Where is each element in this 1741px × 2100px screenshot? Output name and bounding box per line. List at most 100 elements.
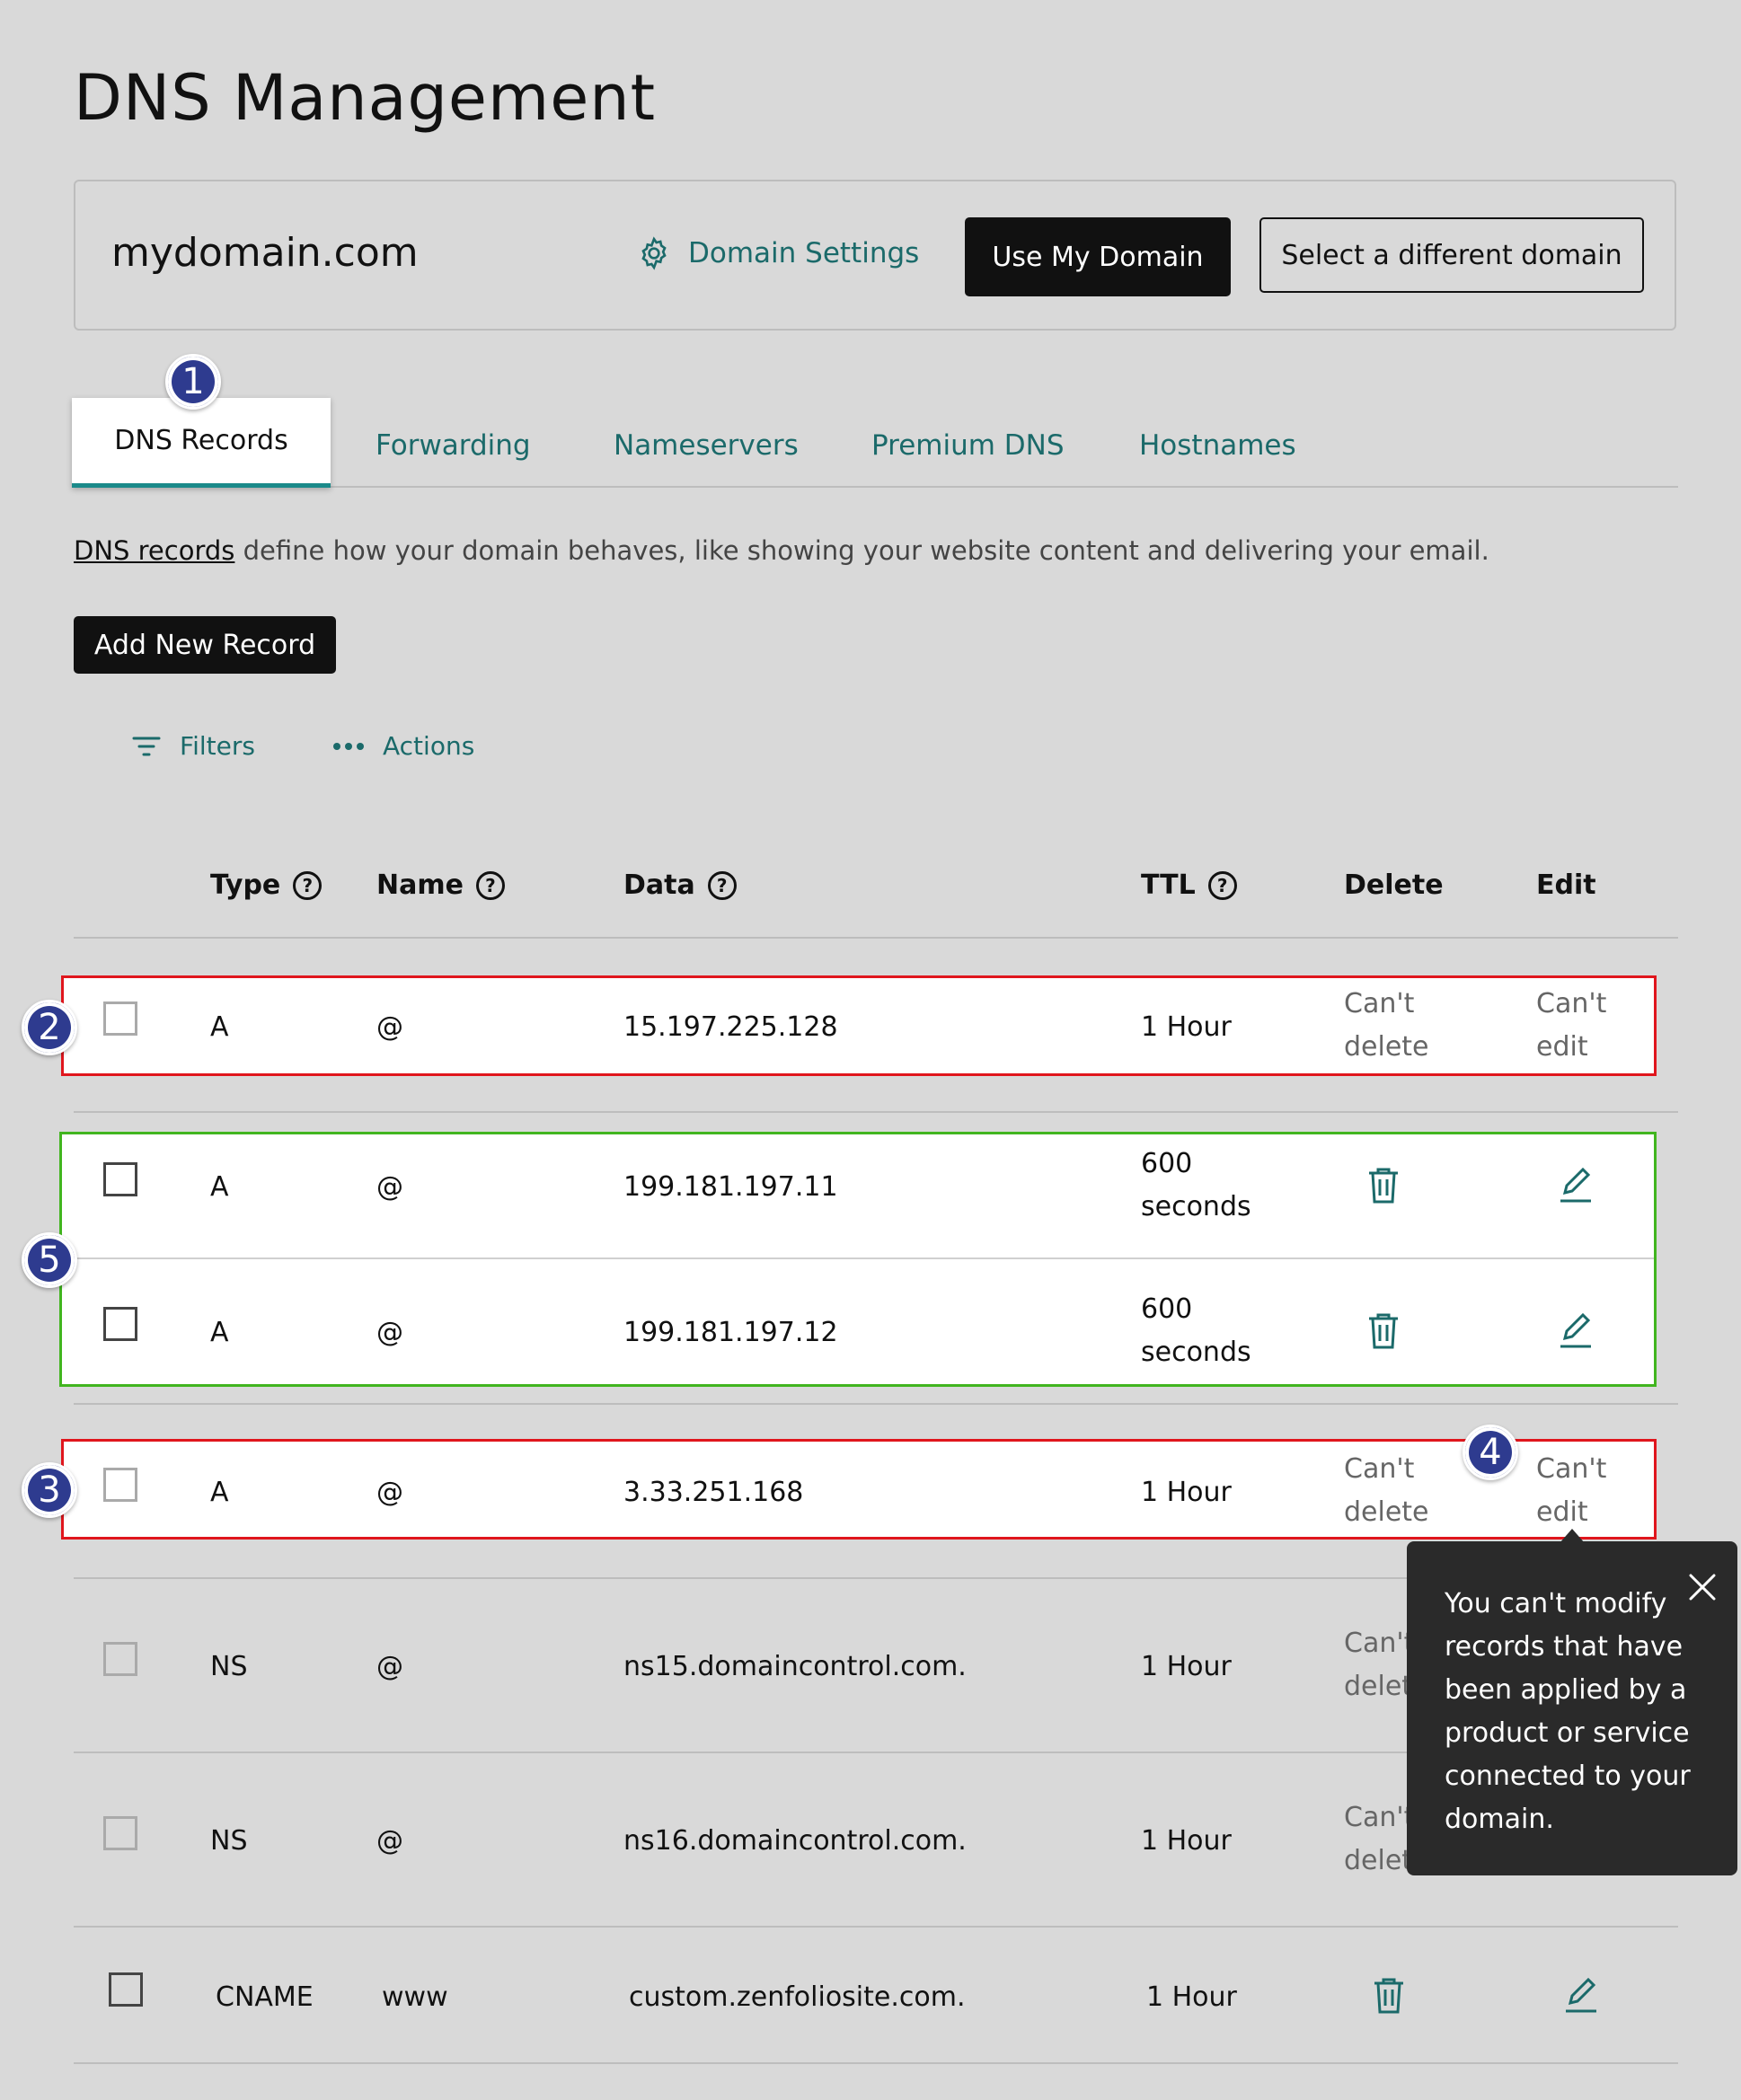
record-ttl: 1 Hour (1141, 1651, 1232, 1682)
page-title: DNS Management (74, 61, 657, 135)
record-type: NS (210, 1825, 248, 1857)
filter-icon (132, 737, 161, 755)
row-checkbox (103, 1816, 137, 1850)
record-type: CNAME (216, 1981, 314, 2013)
divider (74, 1926, 1678, 1928)
cant-delete-text: Can't delete (1344, 1448, 1429, 1534)
tab-premium-dns[interactable]: Premium DNS (871, 429, 1065, 462)
editable-records-group (59, 1132, 1657, 1387)
cant-delete-line2: delete (1344, 1031, 1429, 1063)
ttl-value: 600 (1141, 1148, 1193, 1179)
record-name: @ (376, 1651, 403, 1682)
more-dots-icon (333, 742, 364, 750)
record-ttl: 1 Hour (1141, 1477, 1232, 1508)
gear-icon (641, 236, 667, 270)
record-name: @ (376, 1011, 403, 1043)
domain-name: mydomain.com (111, 230, 419, 276)
pencil-icon[interactable] (1558, 1166, 1594, 1204)
divider (74, 2062, 1678, 2064)
column-header-name: Name ? (376, 869, 505, 901)
record-data: 199.181.197.11 (623, 1171, 838, 1203)
tooltip-line: connected to your (1445, 1760, 1691, 1792)
record-type: A (210, 1171, 229, 1203)
add-new-record-button[interactable]: Add New Record (74, 616, 336, 674)
record-data: 199.181.197.12 (623, 1317, 838, 1348)
column-data-label: Data (623, 869, 695, 901)
tooltip-line: been applied by a (1445, 1674, 1687, 1706)
help-icon[interactable]: ? (293, 870, 323, 900)
tab-nameservers[interactable]: Nameservers (614, 429, 799, 462)
record-ttl: 600 seconds (1141, 1143, 1251, 1229)
tab-hostnames[interactable]: Hostnames (1139, 429, 1296, 462)
tooltip-line: product or service (1445, 1717, 1690, 1749)
record-name: @ (376, 1317, 403, 1348)
record-type: NS (210, 1651, 248, 1682)
actions-label: Actions (383, 731, 475, 761)
trash-icon[interactable] (1365, 1166, 1401, 1205)
column-header-ttl: TTL ? (1141, 869, 1237, 901)
actions-button[interactable]: Actions (332, 731, 474, 761)
record-name: @ (376, 1477, 403, 1508)
record-type: A (210, 1317, 229, 1348)
record-name: @ (376, 1171, 403, 1203)
divider (62, 1257, 1654, 1259)
pencil-icon[interactable] (1563, 1976, 1599, 2014)
row-checkbox (103, 1642, 137, 1676)
row-checkbox[interactable] (109, 1972, 143, 2007)
cant-delete-line1: Can't (1344, 988, 1415, 1019)
record-data: ns15.domaincontrol.com. (623, 1651, 967, 1682)
row-checkbox (103, 1001, 137, 1036)
record-name: www (382, 1981, 448, 2013)
select-different-domain-button[interactable]: Select a different domain (1259, 217, 1644, 293)
cant-edit-line1: Can't (1536, 1453, 1607, 1485)
column-name-label: Name (376, 869, 464, 901)
record-ttl: 1 Hour (1146, 1981, 1237, 2013)
annotation-badge-4: 4 (1463, 1425, 1518, 1480)
cant-edit-text: Can't edit (1536, 983, 1606, 1069)
use-my-domain-button[interactable]: Use My Domain (965, 217, 1231, 296)
trash-icon[interactable] (1365, 1311, 1401, 1351)
pencil-icon[interactable] (1558, 1311, 1594, 1349)
cant-edit-line2: edit (1536, 1496, 1588, 1528)
cant-edit-text[interactable]: Can't edit (1536, 1448, 1606, 1534)
tab-dns-records[interactable]: DNS Records (72, 398, 331, 488)
column-header-delete: Delete (1344, 869, 1444, 901)
help-icon[interactable]: ? (707, 870, 737, 900)
record-type: A (210, 1477, 229, 1508)
divider (74, 1111, 1678, 1113)
dns-description-text: define how your domain behaves, like sho… (234, 535, 1489, 566)
record-name: @ (376, 1825, 403, 1857)
tooltip-line: domain. (1445, 1804, 1554, 1835)
record-ttl: 1 Hour (1141, 1011, 1232, 1043)
cant-delete-text: Can't delete (1344, 983, 1429, 1069)
record-data: 15.197.225.128 (623, 1011, 838, 1043)
column-type-label: Type (210, 869, 281, 901)
domain-settings-link[interactable]: Domain Settings (636, 235, 919, 271)
dns-records-link[interactable]: DNS records (74, 535, 234, 566)
cant-delete-line2: delete (1344, 1496, 1429, 1528)
help-icon[interactable]: ? (475, 870, 505, 900)
record-data: custom.zenfoliosite.com. (629, 1981, 966, 2013)
domain-bar: mydomain.com Domain Settings Use My Doma… (74, 180, 1676, 331)
row-checkbox[interactable] (103, 1307, 137, 1341)
row-checkbox[interactable] (103, 1162, 137, 1196)
trash-icon[interactable] (1371, 1976, 1407, 2016)
cant-delete-line1: Can't (1344, 1453, 1415, 1485)
column-ttl-label: TTL (1141, 869, 1196, 901)
close-icon[interactable] (1687, 1572, 1718, 1602)
filters-label: Filters (180, 731, 255, 761)
record-ttl: 600 seconds (1141, 1288, 1251, 1374)
column-header-edit: Edit (1536, 869, 1596, 901)
ttl-value: 600 (1141, 1293, 1193, 1325)
ttl-unit: seconds (1141, 1337, 1251, 1368)
row-checkbox (103, 1468, 137, 1502)
cant-edit-line1: Can't (1536, 988, 1607, 1019)
record-data: 3.33.251.168 (623, 1477, 804, 1508)
annotation-badge-3: 3 (22, 1462, 77, 1518)
divider (74, 937, 1678, 939)
tab-forwarding[interactable]: Forwarding (376, 429, 531, 462)
help-icon[interactable]: ? (1207, 870, 1237, 900)
annotation-badge-5: 5 (22, 1232, 77, 1288)
tooltip: You can't modify records that have been … (1407, 1541, 1737, 1875)
filters-button[interactable]: Filters (131, 731, 255, 761)
